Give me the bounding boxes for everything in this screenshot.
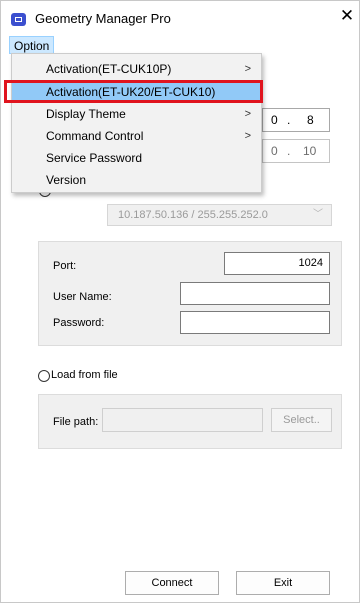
menu-item-label: Activation(ET-UK20/ET-CUK10)	[46, 85, 216, 99]
menu-item-activation-uk20-cuk10[interactable]: Activation(ET-UK20/ET-CUK10)	[12, 81, 261, 103]
password-label: Password:	[53, 317, 105, 329]
ip-field-2-seg1: 0	[271, 144, 278, 158]
ip-field-1-seg2: 8	[307, 113, 314, 127]
menu-item-label: Activation(ET-CUK10P)	[46, 62, 172, 76]
menu-item-label: Command Control	[46, 129, 144, 143]
chevron-down-icon: ﹀	[313, 209, 323, 220]
load-from-file-radio[interactable]	[38, 370, 50, 382]
app-icon	[11, 13, 26, 26]
username-label: User Name:	[53, 291, 112, 303]
ip-field-2[interactable]: 0 . 10	[262, 139, 330, 163]
title-bar: Geometry Manager Pro ✕	[1, 1, 359, 35]
window-title: Geometry Manager Pro	[35, 11, 171, 26]
menu-option[interactable]: Option	[9, 36, 55, 54]
connection-group: Port: 1024 User Name: Password:	[38, 241, 342, 346]
submenu-arrow-icon: >	[244, 130, 251, 142]
close-icon[interactable]: ✕	[339, 7, 355, 24]
ip-field-2-dot: .	[287, 144, 291, 158]
menu-item-label: Version	[46, 173, 87, 187]
connect-button[interactable]: Connect	[125, 571, 219, 595]
network-interface-select[interactable]: 10.187.50.136 / 255.255.252.0 ﹀	[107, 204, 332, 226]
username-field[interactable]	[180, 282, 330, 305]
filepath-field[interactable]	[102, 408, 263, 432]
submenu-arrow-icon: >	[244, 63, 251, 75]
menu-item-version[interactable]: Version	[12, 169, 261, 191]
option-menu: Activation(ET-CUK10P) > Activation(ET-UK…	[11, 53, 262, 193]
ip-field-1[interactable]: 0 . 8	[262, 108, 330, 132]
menu-item-activation-cuk10p[interactable]: Activation(ET-CUK10P) >	[12, 58, 261, 80]
menu-item-command-control[interactable]: Command Control >	[12, 125, 261, 147]
submenu-arrow-icon: >	[244, 108, 251, 120]
network-interface-value: 10.187.50.136 / 255.255.252.0	[118, 209, 268, 221]
select-file-button[interactable]: Select..	[271, 408, 332, 432]
port-label: Port:	[53, 260, 77, 272]
port-value: 1024	[298, 257, 323, 269]
menu-item-label: Display Theme	[46, 107, 126, 121]
menu-item-label: Service Password	[46, 151, 143, 165]
ip-field-1-seg1: 0	[271, 113, 278, 127]
exit-button[interactable]: Exit	[236, 571, 330, 595]
menu-item-display-theme[interactable]: Display Theme >	[12, 103, 261, 125]
app-window: Geometry Manager Pro ✕ Option 0 . 8 0 . …	[0, 0, 360, 603]
load-from-file-label[interactable]: Load from file	[51, 369, 118, 381]
password-field[interactable]	[180, 311, 330, 334]
filepath-label: File path:	[53, 416, 99, 428]
ip-field-2-seg2: 10	[303, 144, 317, 158]
ip-field-1-dot: .	[287, 113, 291, 127]
menu-bar: Option	[1, 36, 359, 54]
menu-item-service-password[interactable]: Service Password	[12, 147, 261, 169]
port-field[interactable]: 1024	[224, 252, 330, 275]
file-group: File path: Select..	[38, 394, 342, 449]
